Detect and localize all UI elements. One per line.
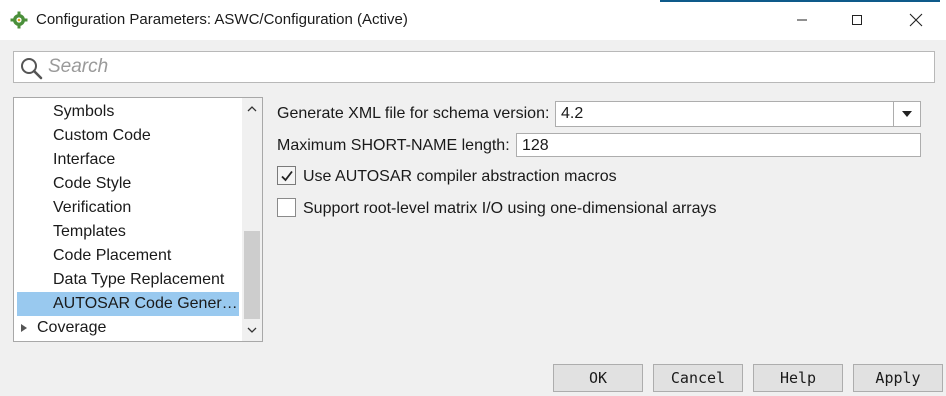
chevron-down-icon	[247, 327, 257, 333]
tree-item-code-style[interactable]: Code Style	[14, 172, 240, 196]
category-tree: Symbols Custom Code Interface Code Style…	[13, 97, 263, 342]
apply-button[interactable]: Apply	[853, 364, 943, 392]
tree-item-interface[interactable]: Interface	[14, 148, 240, 172]
tree-item-label: AUTOSAR Code Gener…	[53, 295, 238, 312]
tree-item-label: Verification	[53, 199, 132, 216]
tree-item-label: Code Placement	[53, 247, 172, 264]
scroll-up-button[interactable]	[242, 100, 262, 118]
short-name-length-input[interactable]	[522, 136, 912, 156]
compiler-macros-label: Use AUTOSAR compiler abstraction macros	[303, 168, 617, 185]
close-button[interactable]	[893, 0, 939, 40]
caret-down-icon	[902, 111, 912, 117]
schema-version-dropdown[interactable]: 4.2	[555, 101, 921, 127]
tree-item-label: Code Style	[53, 175, 132, 192]
tree-item-code-placement[interactable]: Code Placement	[14, 244, 240, 268]
search-icon	[19, 56, 43, 85]
matrix-io-checkbox[interactable]	[277, 198, 296, 217]
dropdown-button[interactable]	[893, 102, 920, 126]
matrix-io-label: Support root-level matrix I/O using one-…	[303, 200, 717, 217]
scroll-down-button[interactable]	[242, 321, 262, 339]
tree-item-custom-code[interactable]: Custom Code	[14, 124, 240, 148]
tree-item-autosar-code-generation[interactable]: AUTOSAR Code Gener…	[17, 292, 239, 316]
checkmark-icon	[281, 170, 293, 182]
title-bar: Configuration Parameters: ASWC/Configura…	[0, 0, 946, 40]
help-button[interactable]: Help	[753, 364, 843, 392]
tree-item-label: Symbols	[53, 103, 115, 120]
tree-item-label: Custom Code	[53, 127, 151, 144]
tree-item-verification[interactable]: Verification	[14, 196, 240, 220]
tree-item-label: Coverage	[37, 319, 107, 336]
window-title: Configuration Parameters: ASWC/Configura…	[36, 11, 408, 28]
tree-item-symbols[interactable]: Symbols	[14, 100, 240, 124]
schema-version-value: 4.2	[561, 105, 584, 122]
ok-button[interactable]: OK	[553, 364, 643, 392]
expand-arrow-icon[interactable]	[21, 324, 27, 332]
chevron-up-icon	[247, 106, 257, 112]
tree-scrollbar[interactable]	[242, 98, 262, 341]
close-icon	[909, 13, 923, 27]
maximize-icon	[852, 15, 862, 25]
tree-item-data-type-replacement[interactable]: Data Type Replacement	[14, 268, 240, 292]
tree-item-label: Templates	[53, 223, 126, 240]
tree-item-coverage[interactable]: Coverage	[14, 316, 240, 340]
tree-item-label: Interface	[53, 151, 116, 168]
short-name-length-field[interactable]	[516, 133, 921, 157]
minimize-icon	[797, 19, 807, 21]
schema-version-label: Generate XML file for schema version:	[277, 105, 550, 122]
tree-item-templates[interactable]: Templates	[14, 220, 240, 244]
minimize-button[interactable]	[779, 0, 825, 40]
search-box[interactable]	[13, 51, 935, 83]
cancel-button[interactable]: Cancel	[653, 364, 743, 392]
gear-icon	[10, 11, 28, 29]
tree-item-label: Data Type Replacement	[53, 271, 225, 288]
compiler-macros-checkbox[interactable]	[277, 166, 296, 185]
search-input[interactable]	[48, 55, 908, 79]
short-name-length-label: Maximum SHORT-NAME length:	[277, 137, 510, 154]
maximize-button[interactable]	[834, 0, 880, 40]
scrollbar-thumb[interactable]	[244, 231, 260, 319]
